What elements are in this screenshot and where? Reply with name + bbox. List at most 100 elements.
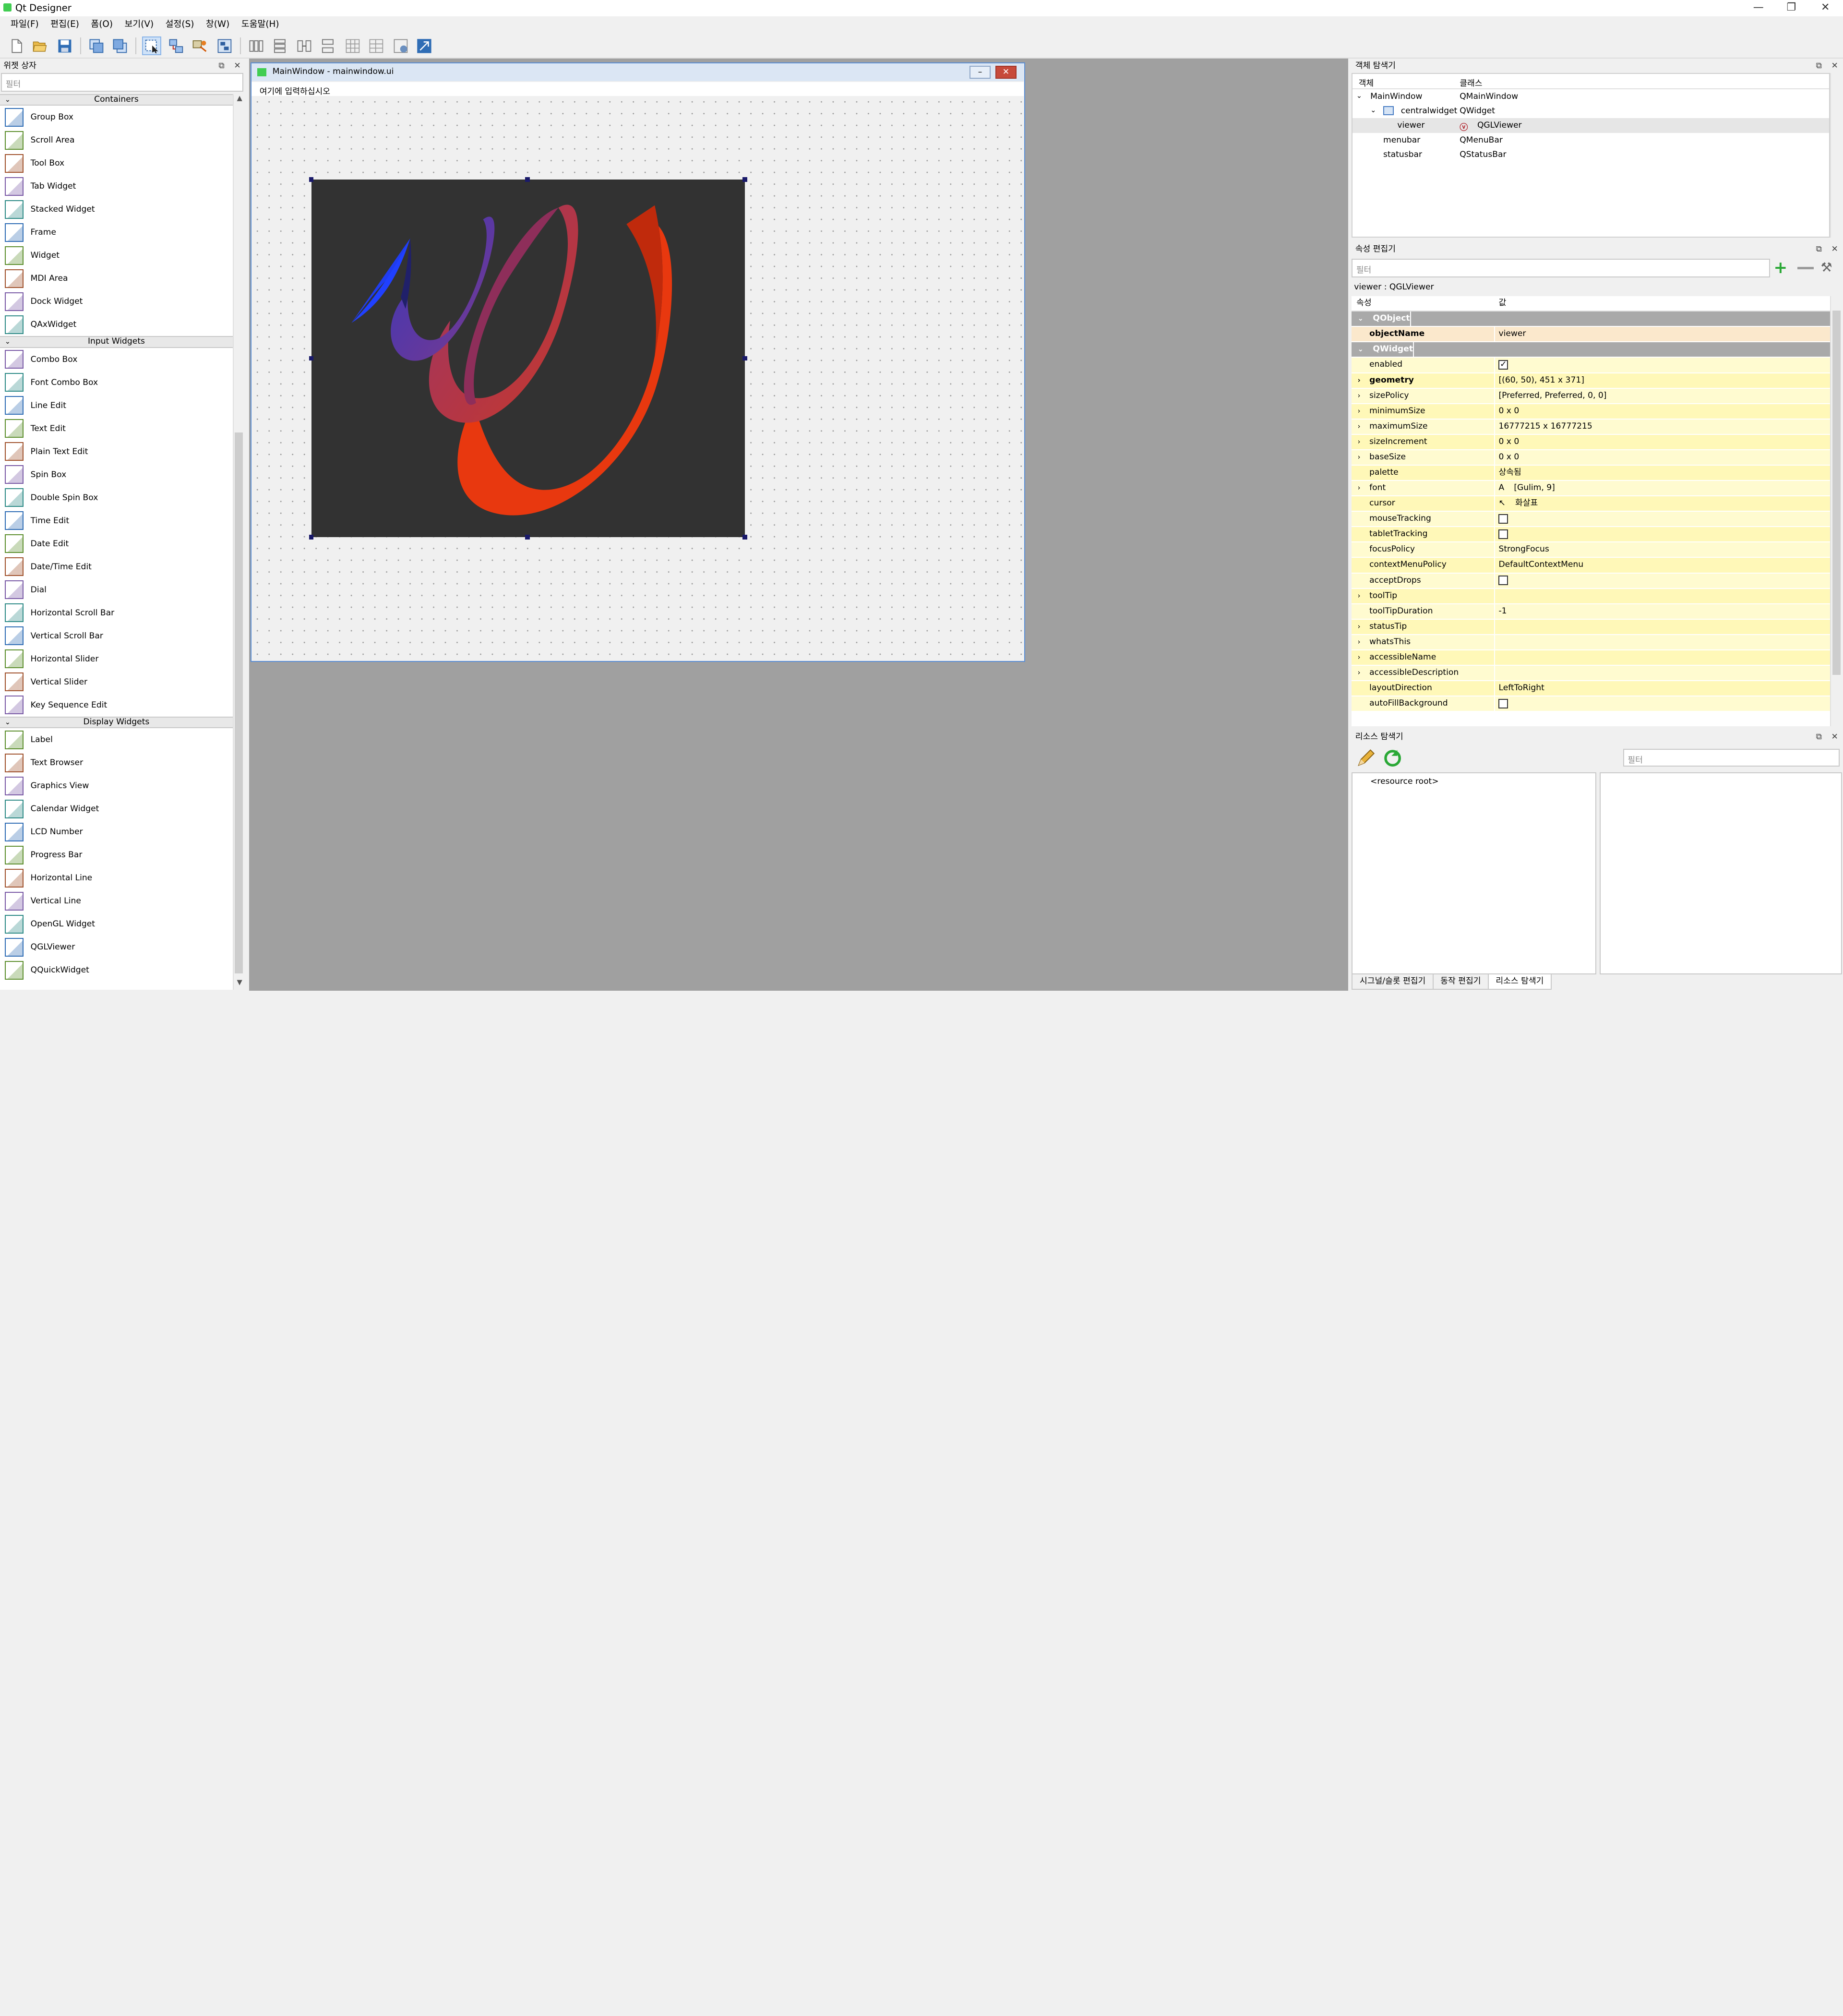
scroll-up-arrow-icon[interactable]: ▲ — [234, 94, 245, 106]
float-dock-icon[interactable]: ⧉ — [1816, 60, 1822, 72]
resource-filter-input[interactable]: 필터 — [1623, 749, 1840, 767]
save-icon[interactable] — [55, 36, 74, 55]
float-dock-icon[interactable]: ⧉ — [1816, 731, 1822, 743]
property-value[interactable]: 16777215 x 16777215 — [1495, 420, 1830, 434]
tab-resource-browser[interactable]: 리소스 탐색기 — [1487, 974, 1552, 990]
property-row[interactable]: cursor ↖ 화살표 — [1352, 496, 1831, 512]
configure-wrench-icon[interactable]: ⚒ — [1821, 260, 1832, 276]
widget-box-item[interactable]: OpenGL Widget — [0, 912, 233, 936]
tree-row[interactable]: ⌄ centralwidget QWidget — [1352, 104, 1829, 118]
minimize-button[interactable]: — — [1741, 0, 1776, 16]
widget-box-item[interactable]: Tool Box — [0, 152, 233, 175]
edit-signals-slots-icon[interactable] — [167, 36, 186, 55]
resource-tree[interactable]: <resource root> — [1352, 772, 1596, 975]
widget-box-filter-input[interactable]: 필터 — [1, 72, 243, 92]
tree-row[interactable]: ⌄ MainWindow QMainWindow — [1352, 89, 1829, 104]
property-row[interactable]: acceptDrops — [1352, 573, 1831, 589]
property-value[interactable]: 0 x 0 — [1495, 450, 1830, 465]
close-dock-icon[interactable]: ✕ — [234, 60, 240, 72]
chevron-right-icon[interactable]: › — [1358, 420, 1361, 433]
checkbox[interactable] — [1498, 514, 1508, 524]
widget-box-item[interactable]: Font Combo Box — [0, 371, 233, 394]
edit-buddies-icon[interactable] — [191, 36, 209, 55]
widget-box-item[interactable]: Spin Box — [0, 463, 233, 486]
widget-category-header[interactable]: ⌄ Input Widgets — [0, 336, 233, 348]
widget-box-item[interactable]: QAxWidget — [0, 313, 233, 336]
property-value[interactable]: ↖ 화살표 — [1495, 496, 1830, 511]
form-window[interactable]: MainWindow - mainwindow.ui – ✕ 여기에 입력하십시… — [250, 62, 1025, 662]
widget-box-item[interactable]: Text Edit — [0, 417, 233, 440]
widget-box-item[interactable]: Key Sequence Edit — [0, 694, 233, 717]
property-row[interactable]: › maximumSize 16777215 x 16777215 — [1352, 419, 1831, 435]
resize-handle[interactable] — [309, 177, 314, 182]
property-value[interactable]: 상속됨 — [1495, 466, 1830, 480]
widget-box-item[interactable]: QQuickWidget — [0, 959, 233, 982]
resource-list[interactable] — [1600, 772, 1842, 975]
property-row[interactable]: › accessibleName — [1352, 650, 1831, 666]
checkbox[interactable]: ✓ — [1498, 360, 1508, 370]
property-value[interactable] — [1495, 589, 1830, 603]
widget-box-scrollbar[interactable]: ▲ ▼ — [232, 94, 245, 990]
object-inspector-scrollbar[interactable] — [1830, 72, 1842, 238]
tree-row[interactable]: menubar QMenuBar — [1352, 133, 1829, 147]
property-row[interactable]: › minimumSize 0 x 0 — [1352, 404, 1831, 420]
widget-box-item[interactable]: QGLViewer — [0, 936, 233, 959]
form-minimize-button[interactable]: – — [969, 65, 991, 79]
widget-box-item[interactable]: LCD Number — [0, 820, 233, 843]
menu-file[interactable]: 파일(F) — [5, 16, 45, 33]
property-row[interactable]: palette 상속됨 — [1352, 466, 1831, 481]
widget-box-item[interactable]: Plain Text Edit — [0, 440, 233, 463]
widget-box-item[interactable]: Horizontal Line — [0, 866, 233, 889]
menu-form[interactable]: 폼(O) — [85, 16, 119, 33]
float-dock-icon[interactable]: ⧉ — [1816, 243, 1822, 255]
property-value[interactable] — [1495, 574, 1830, 588]
chevron-down-icon[interactable]: ⌄ — [5, 718, 11, 727]
resize-handle[interactable] — [309, 534, 314, 540]
new-file-icon[interactable] — [7, 36, 26, 55]
checkbox[interactable] — [1498, 529, 1508, 539]
layout-grid-icon[interactable] — [343, 36, 362, 55]
property-value[interactable]: [(60, 50), 451 x 371] — [1495, 373, 1830, 388]
property-value[interactable] — [1495, 666, 1830, 680]
close-dock-icon[interactable]: ✕ — [1831, 731, 1838, 743]
edit-widgets-icon[interactable] — [142, 36, 161, 56]
remove-dynamic-property-icon[interactable] — [1797, 266, 1814, 269]
menu-window[interactable]: 창(W) — [200, 16, 236, 33]
checkbox[interactable] — [1498, 576, 1508, 586]
chevron-right-icon[interactable]: › — [1358, 620, 1361, 634]
layout-splitter-horizontal-icon[interactable] — [295, 36, 314, 55]
widget-box-item[interactable]: Vertical Scroll Bar — [0, 624, 233, 648]
resize-handle[interactable] — [742, 356, 748, 361]
form-menubar[interactable]: 여기에 입력하십시오 — [251, 82, 1024, 96]
central-widget-canvas[interactable] — [251, 96, 1024, 660]
close-dock-icon[interactable]: ✕ — [1831, 243, 1838, 255]
widget-box-item[interactable]: Group Box — [0, 106, 233, 129]
resize-handle[interactable] — [525, 534, 530, 540]
chevron-down-icon[interactable]: ⌄ — [1358, 312, 1364, 325]
tree-row-selected[interactable]: viewer ⓥ QGLViewer — [1352, 118, 1830, 133]
property-row[interactable]: tabletTracking — [1352, 527, 1831, 543]
property-value[interactable]: StrongFocus — [1495, 542, 1830, 557]
chevron-right-icon[interactable]: › — [1358, 666, 1361, 680]
widget-box-item[interactable]: Combo Box — [0, 348, 233, 371]
widget-box-item[interactable]: Dock Widget — [0, 290, 233, 313]
tab-action-editor[interactable]: 동작 편집기 — [1432, 974, 1489, 990]
widget-box-item[interactable]: Widget — [0, 244, 233, 267]
reload-icon[interactable] — [1383, 749, 1402, 770]
chevron-down-icon[interactable]: ⌄ — [1358, 342, 1364, 356]
chevron-right-icon[interactable]: › — [1358, 373, 1361, 387]
break-layout-icon[interactable] — [392, 36, 410, 55]
menu-help[interactable]: 도움말(H) — [235, 16, 285, 33]
scrollbar-thumb[interactable] — [1832, 310, 1841, 675]
chevron-down-icon[interactable]: ⌄ — [1356, 92, 1362, 100]
property-value[interactable]: LeftToRight — [1495, 681, 1830, 696]
chevron-right-icon[interactable]: › — [1358, 435, 1361, 449]
property-row[interactable]: › accessibleDescription — [1352, 666, 1831, 682]
property-filter-input[interactable]: 필터 — [1352, 258, 1771, 277]
widget-box-item[interactable]: Horizontal Slider — [0, 648, 233, 671]
menu-view[interactable]: 보기(V) — [119, 16, 159, 33]
widget-box-item[interactable]: Label — [0, 728, 233, 751]
widget-box-item[interactable]: Scroll Area — [0, 129, 233, 152]
widget-box-item[interactable]: Date Edit — [0, 532, 233, 555]
property-value[interactable]: viewer — [1495, 327, 1830, 341]
